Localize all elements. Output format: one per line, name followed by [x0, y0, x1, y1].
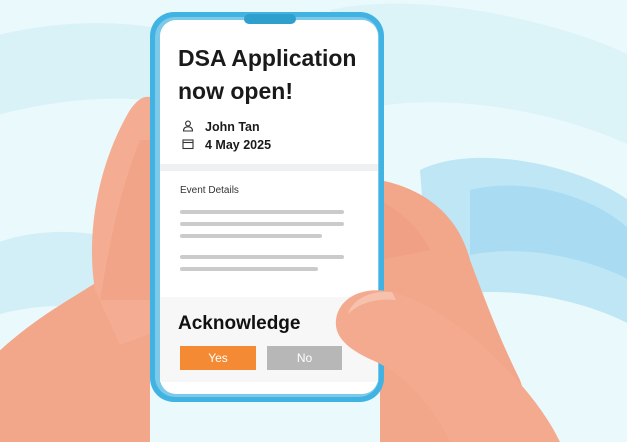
notice-title: DSA Application now open!: [178, 45, 357, 104]
section-divider: [160, 164, 378, 171]
yes-button[interactable]: Yes: [180, 346, 256, 370]
phone-screen: DSA Application now open! John Tan 4 May…: [160, 26, 378, 386]
no-button[interactable]: No: [267, 346, 342, 370]
placeholder-text-line: [180, 222, 344, 226]
event-date: 4 May 2025: [205, 138, 272, 152]
author-name: John Tan: [205, 120, 260, 134]
event-details-label: Event Details: [180, 185, 239, 196]
person-icon: [182, 120, 196, 134]
acknowledge-heading: Acknowledge: [178, 313, 301, 334]
placeholder-text-line: [180, 255, 344, 259]
author-row: John Tan: [182, 120, 260, 134]
placeholder-text-line: [180, 267, 318, 271]
placeholder-text-line: [180, 234, 322, 238]
date-row: 4 May 2025: [182, 138, 271, 152]
calendar-icon: [182, 138, 196, 152]
placeholder-text-line: [180, 210, 344, 214]
